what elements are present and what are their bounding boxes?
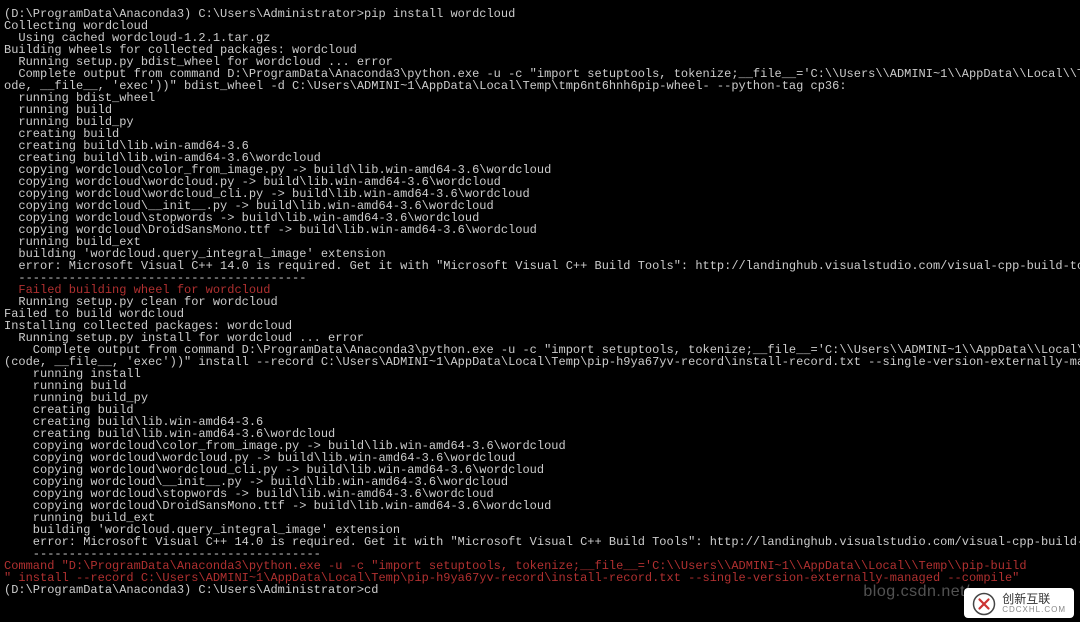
terminal-output[interactable]: (D:\ProgramData\Anaconda3) C:\Users\Admi…	[0, 0, 1080, 622]
terminal-line: running build	[4, 380, 1080, 392]
terminal-line: copying wordcloud\DroidSansMono.ttf -> b…	[4, 500, 1080, 512]
terminal-line: ode, __file__, 'exec'))" bdist_wheel -d …	[4, 80, 1080, 92]
brand-logo-sub: CDCXHL.COM	[1002, 605, 1066, 615]
terminal-line: running build_py	[4, 392, 1080, 404]
brand-logo: 创新互联 CDCXHL.COM	[964, 588, 1074, 618]
terminal-line: (code, __file__, 'exec'))" install --rec…	[4, 356, 1080, 368]
brand-logo-textbox: 创新互联 CDCXHL.COM	[1002, 593, 1066, 615]
terminal-line: (D:\ProgramData\Anaconda3) C:\Users\Admi…	[4, 8, 1080, 20]
terminal-line: running install	[4, 368, 1080, 380]
terminal-line: running bdist_wheel	[4, 92, 1080, 104]
terminal-line: copying wordcloud\DroidSansMono.ttf -> b…	[4, 224, 1080, 236]
terminal-line: running build	[4, 104, 1080, 116]
watermark-text: blog.csdn.net/	[863, 586, 970, 598]
brand-logo-icon	[972, 592, 996, 616]
terminal-line: running build_py	[4, 116, 1080, 128]
brand-logo-name: 创新互联	[1002, 593, 1066, 605]
